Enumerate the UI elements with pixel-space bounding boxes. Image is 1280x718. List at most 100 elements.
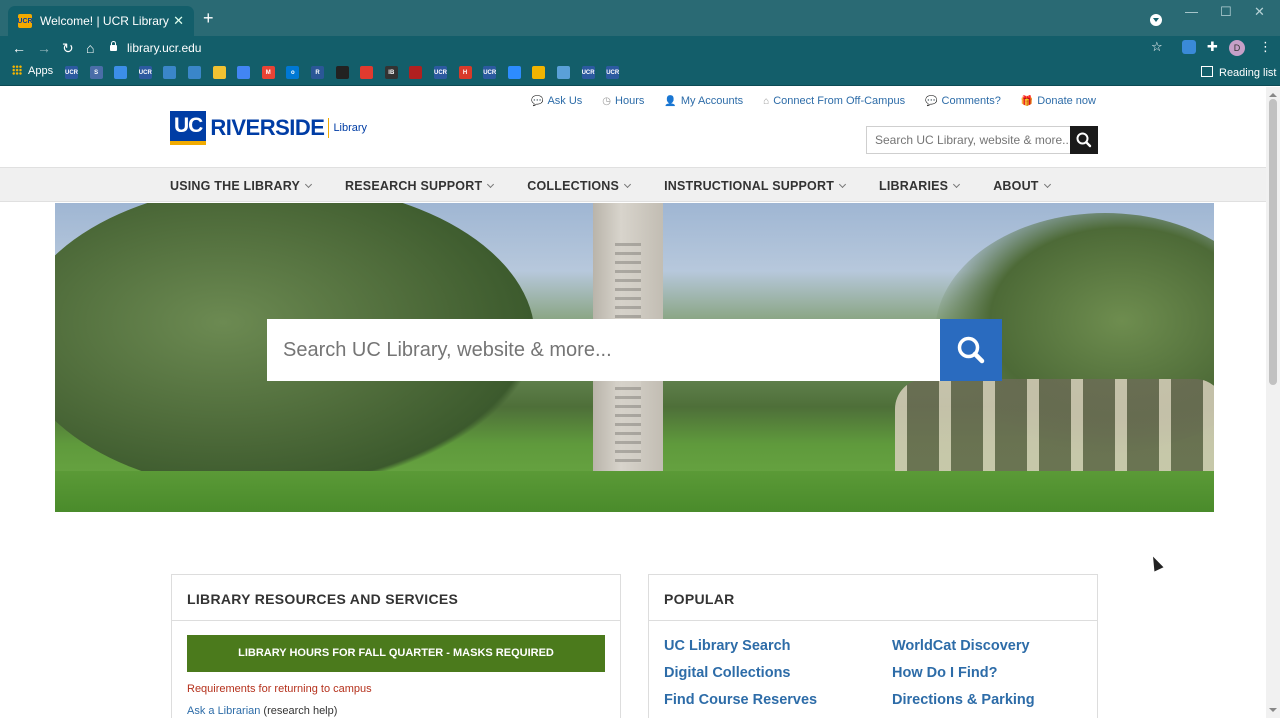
ucr6-bookmark-icon[interactable]: UCR	[606, 66, 620, 79]
nav-label: INSTRUCTIONAL SUPPORT	[664, 178, 835, 193]
browser-tab[interactable]: UCR Welcome! | UCR Library ✕	[8, 6, 194, 36]
maximize-icon[interactable]: ☐	[1220, 4, 1232, 20]
ask-librarian-link[interactable]: Ask a Librarian	[187, 705, 260, 717]
r-bookmark-icon[interactable]: R	[311, 66, 324, 79]
note-bookmark-icon[interactable]	[212, 66, 226, 79]
popular-link-how-do-i-find[interactable]: How Do I Find?	[892, 665, 998, 681]
chrome-bookmark-icon[interactable]	[532, 66, 546, 79]
reading-list-button[interactable]: Reading list	[1201, 66, 1276, 79]
resources-panel: LIBRARY RESOURCES AND SERVICES LIBRARY H…	[171, 574, 621, 718]
tab-close-icon[interactable]: ✕	[173, 13, 184, 29]
gift-icon: 🎁	[1020, 95, 1034, 107]
logo-library: Library	[333, 122, 368, 134]
ucr4-bookmark-icon[interactable]: UCR	[483, 66, 497, 79]
profile-avatar[interactable]: D	[1229, 40, 1245, 56]
window-close-icon[interactable]: ✕	[1254, 4, 1265, 20]
ucr-library-logo[interactable]: UC RIVERSIDE Library	[170, 109, 367, 147]
card-bookmark-icon[interactable]	[163, 66, 177, 79]
new-tab-button[interactable]: +	[203, 9, 214, 27]
search-icon	[1076, 132, 1092, 148]
ask-librarian-line: Ask a Librarian (research help)	[187, 705, 337, 717]
popular-link-worldcat-discovery[interactable]: WorldCat Discovery	[892, 638, 1030, 654]
popular-link-digital-collections[interactable]: Digital Collections	[664, 665, 791, 681]
popular-link-directions-parking[interactable]: Directions & Parking	[892, 692, 1035, 708]
nav-about[interactable]: ABOUT	[993, 178, 1051, 193]
red-circle-bookmark-icon[interactable]	[409, 66, 423, 79]
ask-librarian-suffix: (research help)	[260, 705, 338, 717]
url-text: library.ucr.edu	[127, 41, 202, 55]
nav-instructional-support[interactable]: INSTRUCTIONAL SUPPORT	[664, 178, 847, 193]
reload-icon[interactable]: ↻	[62, 39, 74, 57]
chevron-down-icon	[304, 180, 313, 188]
bookmark-star-icon[interactable]: ☆	[1151, 39, 1163, 55]
util-my-accounts[interactable]: 👤 My Accounts	[664, 95, 743, 107]
address-bar[interactable]: library.ucr.edu	[110, 38, 1170, 58]
ib-bookmark-icon[interactable]: IB	[384, 66, 398, 79]
hero-search-button[interactable]	[940, 319, 1002, 381]
popular-link-course-reserves[interactable]: Find Course Reserves	[664, 692, 817, 708]
zoom-extension-icon[interactable]	[1182, 40, 1196, 54]
apps-label: Apps	[28, 65, 54, 77]
popular-link-uc-library-search[interactable]: UC Library Search	[664, 638, 791, 654]
comment-icon: 💬	[925, 95, 938, 107]
ring-bookmark-icon[interactable]	[114, 66, 128, 79]
extensions-puzzle-icon[interactable]: ✚	[1207, 39, 1218, 55]
hero-search-input[interactable]	[267, 319, 940, 381]
util-hours[interactable]: ◷ Hours	[602, 95, 644, 107]
ucr-bookmark-icon[interactable]: UCR	[65, 66, 78, 79]
util-ask-us[interactable]: 💬 Ask Us	[531, 95, 582, 107]
circle-bookmark-icon[interactable]	[360, 66, 374, 79]
header-search-input[interactable]	[867, 127, 1071, 153]
ucr3-bookmark-icon[interactable]: UCR	[434, 66, 447, 79]
nav-label: USING THE LIBRARY	[170, 178, 301, 193]
chat-icon: 💬	[531, 95, 544, 107]
minimize-icon[interactable]: —	[1185, 4, 1198, 19]
campus-requirements-link[interactable]: Requirements for returning to campus	[187, 683, 372, 695]
chevron-down-icon	[1043, 180, 1051, 188]
ucr2-bookmark-icon[interactable]: UCR	[138, 66, 152, 79]
globe-bookmark-icon[interactable]	[557, 66, 570, 79]
nav-using-the-library[interactable]: USING THE LIBRARY	[170, 178, 313, 193]
header-search-button[interactable]	[1070, 126, 1098, 154]
docs-bookmark-icon[interactable]	[237, 66, 251, 79]
gmail-bookmark-icon[interactable]: M	[261, 66, 275, 79]
util-comments[interactable]: 💬 Comments?	[925, 95, 1001, 107]
nav-label: RESEARCH SUPPORT	[345, 178, 483, 193]
home-button-icon[interactable]: ⌂	[86, 39, 94, 57]
fall-hours-button[interactable]: LIBRARY HOURS FOR FALL QUARTER - MASKS R…	[187, 635, 605, 672]
util-label: Ask Us	[547, 95, 583, 107]
black-bookmark-icon[interactable]	[335, 66, 349, 79]
card2-bookmark-icon[interactable]	[188, 66, 201, 79]
util-label: My Accounts	[680, 95, 744, 107]
scroll-down-icon[interactable]	[1269, 708, 1277, 716]
zoom-bookmark-icon[interactable]	[507, 66, 521, 79]
nav-label: ABOUT	[993, 178, 1039, 193]
h-bookmark-icon[interactable]: H	[458, 66, 472, 79]
util-label: Comments?	[941, 95, 1001, 107]
nav-research-support[interactable]: RESEARCH SUPPORT	[345, 178, 495, 193]
chevron-down-icon	[624, 180, 632, 188]
chevron-down-icon	[953, 180, 961, 188]
forward-arrow-icon[interactable]: →	[37, 39, 51, 57]
apps-shortcut[interactable]: Apps	[12, 65, 53, 77]
scrollbar-thumb[interactable]	[1269, 99, 1277, 385]
util-off-campus[interactable]: ⌂ Connect From Off-Campus	[763, 95, 905, 107]
back-arrow-icon[interactable]: ←	[12, 39, 26, 57]
outlook-bookmark-icon[interactable]: o	[286, 66, 300, 79]
resources-heading: LIBRARY RESOURCES AND SERVICES	[172, 575, 620, 621]
ucr5-bookmark-icon[interactable]: UCR	[581, 66, 595, 79]
nav-libraries[interactable]: LIBRARIES	[879, 179, 961, 193]
s-bookmark-icon[interactable]: S	[89, 66, 103, 79]
nav-collections[interactable]: COLLECTIONS	[527, 179, 632, 193]
hero-arches	[895, 379, 1214, 479]
browser-toolbar: ← → ↻ ⌂ library.ucr.edu ☆ ✚ D ⋮	[0, 36, 1280, 60]
util-donate[interactable]: 🎁 Donate now	[1021, 95, 1096, 107]
tab-search-icon[interactable]	[1150, 14, 1162, 26]
browser-menu-icon[interactable]: ⋮	[1259, 39, 1272, 55]
page-scrollbar[interactable]	[1266, 87, 1280, 718]
main-nav: USING THE LIBRARY RESEARCH SUPPORT COLLE…	[0, 167, 1266, 202]
util-label: Donate now	[1037, 95, 1096, 107]
util-label: Connect From Off-Campus	[773, 95, 906, 107]
tab-title: Welcome! | UCR Library	[40, 14, 169, 28]
scroll-up-icon[interactable]	[1269, 89, 1277, 97]
